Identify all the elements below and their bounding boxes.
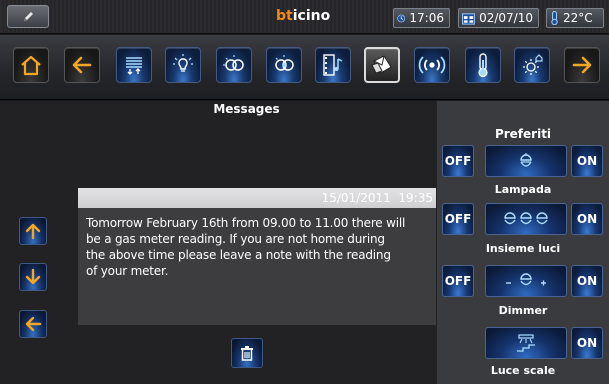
trash-icon	[241, 346, 253, 361]
lampada-on-button[interactable]: ON	[571, 145, 603, 177]
dimmer-icon	[506, 273, 546, 286]
home-icon	[21, 55, 41, 76]
multimedia-icon	[323, 54, 343, 76]
dimmer-device[interactable]	[485, 265, 567, 297]
dimmer-on-button[interactable]: ON	[571, 265, 603, 297]
scenario-icon	[223, 55, 244, 71]
favourites-title: Preferiti	[494, 127, 552, 141]
messages-panel: Messages 15/01/2011 19:35 Tomorrow Febru…	[0, 101, 437, 384]
temperature-text: 22°C	[563, 11, 593, 25]
temperature-button[interactable]	[465, 47, 501, 83]
lampada-off-button[interactable]: OFF	[442, 145, 474, 177]
scroll-down-button[interactable]	[19, 263, 47, 291]
time-text: 17:06	[409, 11, 444, 25]
date-display: 02/07/10	[458, 8, 539, 28]
clock-display: 17:06	[393, 8, 450, 28]
luce-scale-label: Luce scale	[490, 364, 556, 377]
arrow-left-icon	[72, 56, 92, 74]
temperature-display: 22°C	[546, 8, 604, 28]
message-date: 15/01/2011	[321, 191, 391, 205]
wireless-button[interactable]	[414, 47, 450, 83]
shutters-button[interactable]	[116, 47, 152, 83]
dimmer-off-button[interactable]: OFF	[442, 265, 474, 297]
date-text: 02/07/10	[479, 11, 533, 25]
settings-icon	[523, 54, 543, 75]
wireless-icon	[418, 56, 446, 74]
luce-scale-on-button[interactable]: ON	[571, 327, 603, 359]
scenario-button[interactable]	[216, 47, 252, 83]
message-time: 19:35	[398, 191, 433, 205]
arrow-up-icon	[25, 223, 41, 240]
message-line: be a gas meter reading. If you are not h…	[86, 232, 385, 246]
message-body: Tomorrow February 16th from 09.00 to 11.…	[78, 208, 436, 279]
insieme-luci-label: Insieme luci	[485, 242, 561, 255]
luce-scale-device[interactable]	[485, 327, 567, 359]
lampada-label: Lampada	[494, 183, 552, 196]
message-line: Tomorrow February 16th from 09.00 to 11.…	[86, 216, 406, 230]
lighting-button[interactable]	[165, 47, 201, 83]
message-line: of your meter.	[86, 264, 169, 278]
clock-icon	[397, 14, 406, 22]
pencil-icon	[24, 11, 33, 21]
favourites-panel: Preferiti OFF ON Lampada OFF ON Insieme …	[437, 101, 609, 384]
arrow-left-icon	[25, 316, 42, 332]
thermometer-small-icon	[551, 11, 558, 25]
back-side-button[interactable]	[19, 310, 47, 338]
message-card[interactable]: 15/01/2011 19:35 Tomorrow February 16th …	[78, 188, 436, 325]
shutters-icon	[126, 57, 142, 75]
home-button[interactable]	[13, 47, 49, 83]
lampada-device[interactable]	[485, 145, 567, 177]
arrow-right-icon	[572, 56, 592, 74]
forward-button[interactable]	[564, 47, 600, 83]
edit-button[interactable]	[7, 5, 49, 28]
stairs-light-icon	[517, 334, 535, 352]
message-header: 15/01/2011 19:35	[78, 188, 436, 208]
arrow-down-icon	[25, 268, 41, 285]
insieme-luci-on-button[interactable]: ON	[571, 203, 603, 235]
insieme-luci-off-button[interactable]: OFF	[442, 203, 474, 235]
message-line: the above time please leave a note with …	[86, 248, 391, 262]
lights-group-icon	[504, 212, 548, 225]
brand-logo: bticino	[276, 8, 331, 24]
insieme-luci-device[interactable]	[485, 203, 567, 235]
messages-button[interactable]	[364, 47, 400, 83]
multimedia-button[interactable]	[315, 47, 351, 83]
scenario-2-icon	[275, 55, 294, 71]
thermometer-icon	[478, 53, 488, 78]
settings-button[interactable]	[514, 47, 550, 83]
scroll-up-button[interactable]	[19, 217, 47, 245]
calendar-icon	[462, 12, 476, 25]
lamp-icon	[520, 153, 532, 167]
messages-icon	[371, 55, 392, 74]
status-bar: bticino 17:06 02/07/10 22°C	[0, 0, 609, 34]
light-bulb-icon	[173, 54, 193, 72]
dimmer-label: Dimmer	[498, 304, 548, 317]
main-toolbar	[0, 35, 609, 100]
page-title: Messages	[213, 102, 280, 116]
back-button[interactable]	[64, 47, 100, 83]
delete-message-button[interactable]	[231, 338, 263, 368]
scenario-2-button[interactable]	[266, 47, 302, 83]
